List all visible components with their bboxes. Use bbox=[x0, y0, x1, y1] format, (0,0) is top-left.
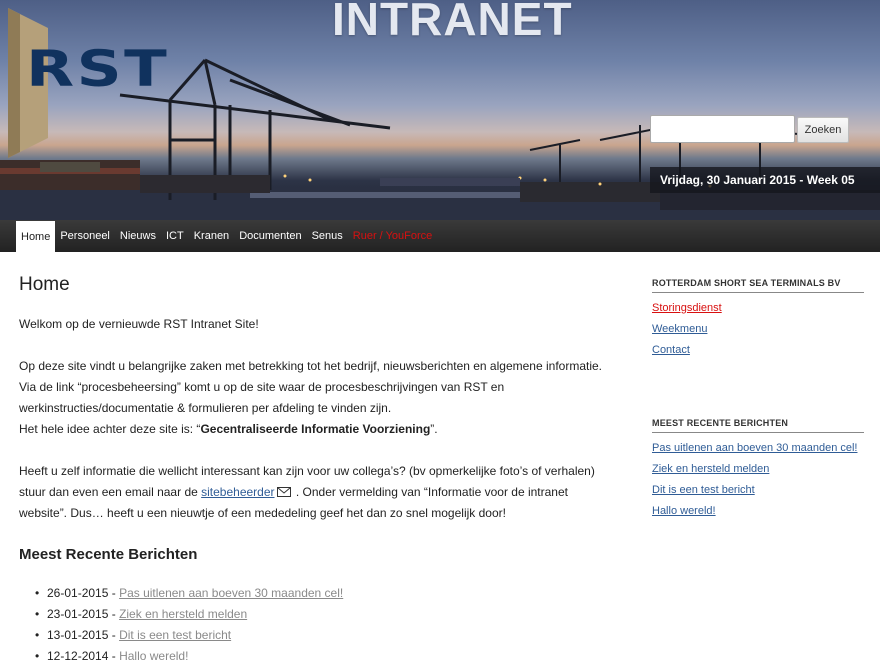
idea-suffix: ”. bbox=[430, 422, 438, 436]
company-logo[interactable]: RST bbox=[26, 40, 169, 98]
post-link[interactable]: Ziek en hersteld melden bbox=[119, 607, 247, 621]
search-input[interactable] bbox=[650, 115, 795, 143]
storingsdienst-link[interactable]: Storingsdienst bbox=[652, 302, 722, 314]
list-item: 12-12-2014 - Hallo wereld! bbox=[35, 646, 609, 660]
intro-paragraph: Op deze site vindt u belangrijke zaken m… bbox=[19, 356, 609, 419]
nav-list: Home Personeel Nieuws ICT Kranen Documen… bbox=[0, 220, 880, 252]
header-banner: RST INTRANET Zoeken Vrijdag, 30 Januari … bbox=[0, 0, 880, 220]
contact-link[interactable]: Contact bbox=[652, 344, 690, 356]
date-line: Vrijdag, 30 Januari 2015 - Week 05 bbox=[650, 167, 880, 193]
list-item: Weekmenu bbox=[652, 319, 864, 340]
idea-bold: Gecentraliseerde Informatie Voorziening bbox=[200, 422, 431, 436]
post-date: 26-01-2015 bbox=[47, 586, 109, 600]
post-link[interactable]: Dit is een test bericht bbox=[119, 628, 231, 642]
nav-item-kranen[interactable]: Kranen bbox=[189, 220, 234, 252]
post-link[interactable]: Hallo wereld! bbox=[119, 649, 188, 660]
recent-widget: MEEST RECENTE BERICHTEN Pas uitlenen aan… bbox=[652, 418, 864, 522]
post-date: 12-12-2014 bbox=[47, 649, 109, 660]
nav-item-ict[interactable]: ICT bbox=[161, 220, 189, 252]
list-item: Dit is een test bericht bbox=[652, 480, 864, 501]
main-content: Home Welkom op de vernieuwde RST Intrane… bbox=[19, 252, 609, 660]
list-item: 26-01-2015 - Pas uitlenen aan boeven 30 … bbox=[35, 583, 609, 604]
company-links: Storingsdienst Weekmenu Contact bbox=[652, 298, 864, 361]
search-button[interactable]: Zoeken bbox=[797, 117, 849, 143]
recent-link[interactable]: Hallo wereld! bbox=[652, 505, 716, 517]
main-navigation: Home Personeel Nieuws ICT Kranen Documen… bbox=[0, 220, 880, 252]
recent-link[interactable]: Pas uitlenen aan boeven 30 maanden cel! bbox=[652, 442, 858, 454]
list-item: 23-01-2015 - Ziek en hersteld melden bbox=[35, 604, 609, 625]
list-item: Storingsdienst bbox=[652, 298, 864, 319]
sitebeheerder-link[interactable]: sitebeheerder bbox=[201, 485, 274, 499]
recent-links: Pas uitlenen aan boeven 30 maanden cel! … bbox=[652, 438, 864, 522]
recent-posts-list: 26-01-2015 - Pas uitlenen aan boeven 30 … bbox=[19, 583, 609, 660]
nav-item-documenten[interactable]: Documenten bbox=[234, 220, 306, 252]
weekmenu-link[interactable]: Weekmenu bbox=[652, 323, 707, 335]
sidebar: ROTTERDAM SHORT SEA TERMINALS BV Storing… bbox=[652, 252, 864, 522]
list-item: Hallo wereld! bbox=[652, 501, 864, 522]
site-title: INTRANET bbox=[332, 0, 573, 45]
contact-paragraph: Heeft u zelf informatie die wellicht int… bbox=[19, 461, 609, 524]
welcome-text: Welkom op de vernieuwde RST Intranet Sit… bbox=[19, 317, 259, 331]
page-title: Home bbox=[19, 274, 70, 295]
recent-posts-title: Meest Recente Berichten bbox=[19, 546, 198, 563]
recent-widget-title: MEEST RECENTE BERICHTEN bbox=[652, 418, 864, 433]
company-widget: ROTTERDAM SHORT SEA TERMINALS BV Storing… bbox=[652, 278, 864, 361]
list-item: Contact bbox=[652, 340, 864, 361]
nav-item-senus[interactable]: Senus bbox=[307, 220, 348, 252]
nav-item-home[interactable]: Home bbox=[16, 221, 56, 252]
post-link[interactable]: Pas uitlenen aan boeven 30 maanden cel! bbox=[119, 586, 343, 600]
nav-item-personeel[interactable]: Personeel bbox=[55, 220, 115, 252]
post-date: 13-01-2015 bbox=[47, 628, 109, 642]
nav-item-nieuws[interactable]: Nieuws bbox=[115, 220, 161, 252]
nav-item-youforce[interactable]: Ruer / YouForce bbox=[348, 220, 438, 252]
list-item: Ziek en hersteld melden bbox=[652, 459, 864, 480]
idea-prefix: Het hele idee achter deze site is: “ bbox=[19, 422, 201, 436]
list-item: Pas uitlenen aan boeven 30 maanden cel! bbox=[652, 438, 864, 459]
list-item: 13-01-2015 - Dit is een test bericht bbox=[35, 625, 609, 646]
idea-paragraph: Het hele idee achter deze site is: “Gece… bbox=[19, 419, 609, 440]
post-date: 23-01-2015 bbox=[47, 607, 109, 621]
recent-link[interactable]: Ziek en hersteld melden bbox=[652, 463, 769, 475]
company-widget-title: ROTTERDAM SHORT SEA TERMINALS BV bbox=[652, 278, 864, 293]
intro-text: Op deze site vindt u belangrijke zaken m… bbox=[19, 359, 602, 415]
mail-icon[interactable] bbox=[276, 487, 291, 497]
recent-link[interactable]: Dit is een test bericht bbox=[652, 484, 755, 496]
